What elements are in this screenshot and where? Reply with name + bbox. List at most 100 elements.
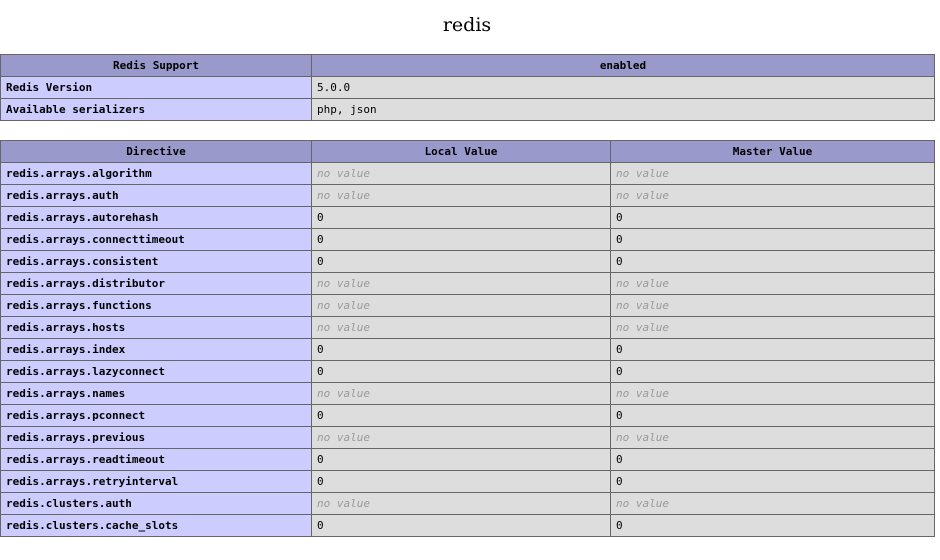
directive-master-value-cell: 0 [610, 470, 935, 493]
no-value-text: no value [317, 497, 370, 510]
directive-local-value-cell: 0 [311, 470, 611, 493]
no-value-text: no value [317, 321, 370, 334]
directive-master-value-cell: no value [610, 272, 935, 295]
no-value-text: no value [317, 387, 370, 400]
table-row: redis.arrays.retryinterval 0 0 [0, 470, 935, 493]
no-value-text: no value [317, 167, 370, 180]
directive-name-cell: redis.arrays.connecttimeout [0, 228, 312, 251]
header-directive: Directive [0, 140, 312, 163]
directive-master-value-cell: no value [610, 316, 935, 339]
directive-master-value-cell: 0 [610, 228, 935, 251]
directive-master-value-cell: 0 [610, 448, 935, 471]
table-header-row: Redis Support enabled [0, 54, 935, 77]
no-value-text: no value [317, 431, 370, 444]
info-value-cell: php, json [311, 98, 935, 121]
no-value-text: no value [317, 189, 370, 202]
directive-master-value-cell: no value [610, 492, 935, 515]
directive-local-value-cell: no value [311, 316, 611, 339]
table-row: redis.clusters.cache_slots 0 0 [0, 514, 935, 537]
directive-local-value-cell: 0 [311, 404, 611, 427]
directive-table: Directive Local Value Master Value redis… [0, 140, 935, 537]
directive-name-cell: redis.arrays.pconnect [0, 404, 312, 427]
no-value-text: no value [616, 299, 669, 312]
directive-name-cell: redis.arrays.distributor [0, 272, 312, 295]
no-value-text: no value [616, 277, 669, 290]
no-value-text: no value [616, 167, 669, 180]
table-row: redis.arrays.functions no value no value [0, 294, 935, 317]
directive-master-value-cell: no value [610, 184, 935, 207]
directive-master-value-cell: 0 [610, 360, 935, 383]
header-redis-support: Redis Support [0, 54, 312, 77]
directive-local-value-cell: 0 [311, 448, 611, 471]
directive-name-cell: redis.arrays.retryinterval [0, 470, 312, 493]
info-name-cell: Redis Version [0, 76, 312, 99]
directive-master-value-cell: 0 [610, 514, 935, 537]
table-row: Redis Version 5.0.0 [0, 76, 935, 99]
directive-master-value-cell: no value [610, 162, 935, 185]
directive-name-cell: redis.arrays.index [0, 338, 312, 361]
directive-name-cell: redis.arrays.lazyconnect [0, 360, 312, 383]
directive-name-cell: redis.arrays.names [0, 382, 312, 405]
directive-local-value-cell: 0 [311, 228, 611, 251]
directive-name-cell: redis.arrays.previous [0, 426, 312, 449]
info-value-cell: 5.0.0 [311, 76, 935, 99]
directive-local-value-cell: no value [311, 382, 611, 405]
directive-local-value-cell: 0 [311, 360, 611, 383]
directive-local-value-cell: 0 [311, 250, 611, 273]
directive-name-cell: redis.clusters.auth [0, 492, 312, 515]
no-value-text: no value [317, 277, 370, 290]
no-value-text: no value [616, 321, 669, 334]
no-value-text: no value [616, 497, 669, 510]
directive-master-value-cell: 0 [610, 250, 935, 273]
directive-local-value-cell: 0 [311, 338, 611, 361]
directive-local-value-cell: no value [311, 492, 611, 515]
directive-name-cell: redis.arrays.algorithm [0, 162, 312, 185]
table-row: redis.clusters.auth no value no value [0, 492, 935, 515]
header-enabled: enabled [311, 54, 935, 77]
table-header-row: Directive Local Value Master Value [0, 140, 935, 163]
directive-local-value-cell: no value [311, 294, 611, 317]
directive-master-value-cell: no value [610, 382, 935, 405]
directive-table-body: redis.arrays.algorithm no value no value re… [0, 162, 935, 537]
table-row: redis.arrays.readtimeout 0 0 [0, 448, 935, 471]
no-value-text: no value [616, 431, 669, 444]
table-row: Available serializers php, json [0, 98, 935, 121]
directive-name-cell: redis.arrays.auth [0, 184, 312, 207]
table-row: redis.arrays.names no value no value [0, 382, 935, 405]
header-master-value: Master Value [610, 140, 935, 163]
table-row: redis.arrays.lazyconnect 0 0 [0, 360, 935, 383]
directive-local-value-cell: no value [311, 184, 611, 207]
directive-local-value-cell: no value [311, 426, 611, 449]
directive-name-cell: redis.arrays.autorehash [0, 206, 312, 229]
no-value-text: no value [616, 189, 669, 202]
directive-master-value-cell: 0 [610, 206, 935, 229]
table-row: redis.arrays.index 0 0 [0, 338, 935, 361]
header-local-value: Local Value [311, 140, 611, 163]
directive-local-value-cell: no value [311, 162, 611, 185]
no-value-text: no value [616, 387, 669, 400]
table-row: redis.arrays.consistent 0 0 [0, 250, 935, 273]
no-value-text: no value [317, 299, 370, 312]
directive-name-cell: redis.arrays.consistent [0, 250, 312, 273]
table-row: redis.arrays.distributor no value no value [0, 272, 935, 295]
table-row: redis.arrays.connecttimeout 0 0 [0, 228, 935, 251]
directive-name-cell: redis.clusters.cache_slots [0, 514, 312, 537]
redis-support-table: Redis Support enabled Redis Version 5.0.… [0, 54, 935, 121]
page-title: redis [442, 14, 492, 36]
table-row: redis.arrays.autorehash 0 0 [0, 206, 935, 229]
table-row: redis.arrays.pconnect 0 0 [0, 404, 935, 427]
directive-master-value-cell: 0 [610, 338, 935, 361]
directive-local-value-cell: no value [311, 272, 611, 295]
directive-name-cell: redis.arrays.functions [0, 294, 312, 317]
directive-master-value-cell: 0 [610, 404, 935, 427]
table-row: redis.arrays.algorithm no value no value [0, 162, 935, 185]
directive-name-cell: redis.arrays.readtimeout [0, 448, 312, 471]
table-row: redis.arrays.previous no value no value [0, 426, 935, 449]
table-row: redis.arrays.hosts no value no value [0, 316, 935, 339]
directive-name-cell: redis.arrays.hosts [0, 316, 312, 339]
directive-master-value-cell: no value [610, 426, 935, 449]
table-row: redis.arrays.auth no value no value [0, 184, 935, 207]
directive-local-value-cell: 0 [311, 206, 611, 229]
info-name-cell: Available serializers [0, 98, 312, 121]
directive-local-value-cell: 0 [311, 514, 611, 537]
